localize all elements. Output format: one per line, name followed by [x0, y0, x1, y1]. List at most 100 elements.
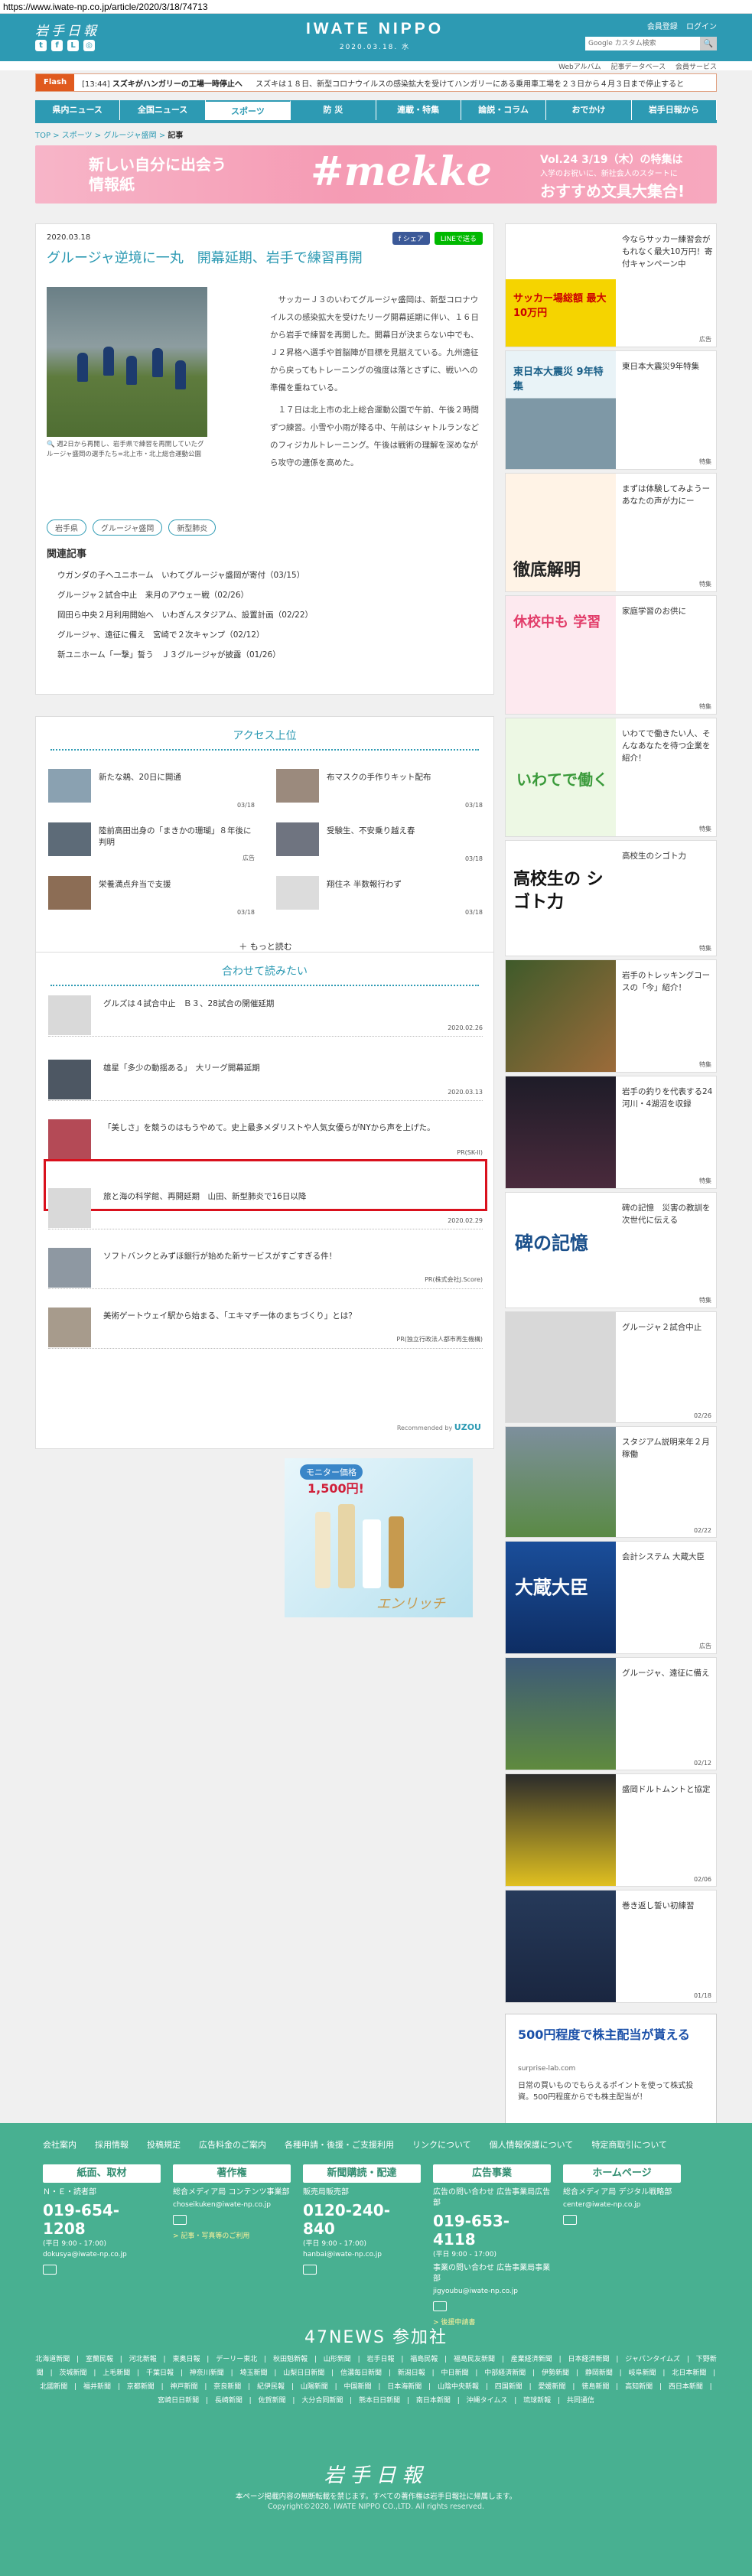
register-link[interactable]: 会員登録 [647, 23, 678, 31]
uzou-logo[interactable]: UZOU [454, 1422, 481, 1432]
flash-ticker[interactable]: Flash [13:44] スズキがハンガリーの工場一時停止へ スズキは１８日、… [35, 73, 717, 92]
contact-tel[interactable]: 0120-240-840 [303, 2201, 421, 2238]
footer-link[interactable]: 採用情報 [95, 2138, 129, 2151]
related-item[interactable]: 新ユニホーム「一撃」誓う Ｊ３グルージャが披露（01/26） [57, 645, 486, 665]
article-photo[interactable] [47, 287, 207, 437]
sidebar-item[interactable]: スタジアム説明来年２月稼働 02/22 [505, 1426, 717, 1538]
mail-icon[interactable] [433, 2301, 447, 2311]
sidebar-item[interactable]: グルージャ、遠征に備え 02/12 [505, 1657, 717, 1770]
contact-tel[interactable]: 019-654-1208 [43, 2201, 161, 2238]
sub-link-members[interactable]: 会員サービス [675, 64, 717, 71]
footer-link[interactable]: 各種申請・後援・ご支援利用 [285, 2138, 394, 2151]
contact-heading: 著作権 [173, 2164, 291, 2183]
search-input[interactable] [585, 37, 700, 50]
contact-email[interactable]: choseikuken@iwate-np.co.jp [173, 2201, 291, 2209]
ranking-date: 03/18 [236, 909, 255, 916]
recommend-item[interactable]: 美術ゲートウェイ駅から始まる、「エキマチ一体のまちづくり」とは？ PR(独立行政法… [48, 1301, 483, 1349]
contact-note[interactable]: > 記事・写真等のご利用 [173, 2230, 291, 2240]
line-share-button[interactable]: LINEで送る [434, 232, 483, 245]
facebook-share-button[interactable]: f シェア [392, 232, 430, 245]
nav-from-nippo[interactable]: 岩手日報から [631, 100, 717, 120]
sidebar-item[interactable]: 碑の記憶 碑の記憶 災害の教訓を次世代に伝える 特集 [505, 1192, 717, 1308]
logo-en[interactable]: IWATE NIPPO [298, 20, 451, 38]
sidebar-item[interactable]: 岩手の釣りを代表する24河川・4湖沼を収録 特集 [505, 1076, 717, 1189]
related-item[interactable]: 岡田ら中央２月利用開始へ いわぎんスタジアム、設置計画（02/22） [57, 605, 486, 625]
sidebar-item[interactable]: グルージャ２試合中止 02/26 [505, 1311, 717, 1423]
footer-logo[interactable]: 岩手日報 [0, 2460, 752, 2488]
breadcrumb-grulla[interactable]: グルージャ盛岡 [103, 132, 156, 140]
sidebar-item[interactable]: いわてで働く いわてで働きたい人、そんなあなたを待つ企業を紹介！ 特集 [505, 718, 717, 837]
breadcrumb-top[interactable]: TOP [35, 132, 50, 140]
n47-papers[interactable]: 北海道新聞 | 室蘭民報 | 河北新報 | 東奥日報 | デーリー東北 | 秋田… [34, 2353, 718, 2408]
mail-icon[interactable] [43, 2265, 57, 2275]
nav-sports[interactable]: スポーツ [205, 100, 291, 120]
twitter-icon[interactable]: t [35, 40, 47, 51]
sub-link-album[interactable]: Webアルバム [558, 64, 601, 71]
breadcrumb-sports[interactable]: スポーツ [62, 132, 93, 140]
footer-link[interactable]: 会社案内 [43, 2138, 77, 2151]
sidebar-item[interactable]: 休校中も 学習 家庭学習のお供に 特集 [505, 595, 717, 715]
contact-email[interactable]: dokusya@iwate-np.co.jp [43, 2251, 161, 2258]
footer-link[interactable]: 特定商取引について [591, 2138, 667, 2151]
tag-pneumonia[interactable]: 新型肺炎 [168, 519, 216, 536]
ranking-item[interactable]: 栄養満点弁当で支援 03/18 [48, 876, 255, 916]
sidebar-item[interactable]: 高校生の シゴト力 高校生のシゴト力 特集 [505, 840, 717, 956]
ranking-item[interactable]: 陸前高田出身の「まきかの珊瑚」８年後に判明 広告 [48, 822, 255, 862]
logo-jp[interactable]: 岩手日報 [35, 20, 99, 39]
sidebar-item[interactable]: 東日本大震災 9年特集 東日本大震災9年特集 特集 [505, 350, 717, 470]
more-button[interactable]: ＋ もっと読む [36, 940, 495, 953]
flash-time: [13:44] [82, 80, 110, 89]
nav-series[interactable]: 連載・特集 [376, 100, 461, 120]
ranking-item[interactable]: 布マスクの手作りキット配布 03/18 [276, 769, 483, 809]
nav-local[interactable]: 県内ニュース [35, 100, 121, 120]
mail-icon[interactable] [563, 2215, 577, 2225]
mail-icon[interactable] [303, 2265, 317, 2275]
sidebar-item[interactable]: 巻き返し誓い初練習 01/18 [505, 1890, 717, 2003]
mail-icon[interactable] [173, 2215, 187, 2225]
nav-outing[interactable]: おでかけ [546, 100, 632, 120]
sidebar-item[interactable]: 徹底解明 まずは体験してみようーあなたの声が力にー 特集 [505, 473, 717, 592]
contact-heading: 広告事業 [433, 2164, 551, 2183]
tag-grulla[interactable]: グルージャ盛岡 [93, 519, 163, 536]
related-item[interactable]: グルージャ、遠征に備え 宮崎で２次キャンプ（02/12） [57, 625, 486, 645]
footer-link[interactable]: リンクについて [412, 2138, 471, 2151]
login-link[interactable]: ログイン [686, 23, 717, 31]
recommend-item[interactable]: 「美しさ」を競うのはもうやめて。史上最多メダリストや人気女優らがNYから声を上げ… [48, 1113, 483, 1161]
ranking-date: 03/18 [464, 802, 483, 809]
recommend-item[interactable]: 雄星「多少の動揺ある」 大リーグ開幕延期 2020.03.13 [48, 1054, 483, 1101]
address-bar[interactable]: https://www.iwate-np.co.jp/article/2020/… [0, 0, 752, 14]
footer-link[interactable]: 広告料金のご案内 [199, 2138, 266, 2151]
facebook-icon[interactable]: f [51, 40, 63, 51]
sidebar-item[interactable]: サッカー場総額 最大10万円 今ならサッカー練習会がもれなく最大10万円！寄付キャ… [505, 223, 717, 347]
line-icon[interactable]: L [67, 40, 79, 51]
nav-disaster[interactable]: 防 災 [291, 100, 376, 120]
ranking-item[interactable]: 翔住ネ 半数報行わず 03/18 [276, 876, 483, 916]
footer-link[interactable]: 個人情報保護について [490, 2138, 574, 2151]
sidebar-item[interactable]: 盛岡ドルトムントと協定 02/06 [505, 1773, 717, 1887]
flash-item[interactable]: [13:44] スズキがハンガリーの工場一時停止へ スズキは１８日、新型コロナウ… [82, 77, 684, 89]
sidebar-item[interactable]: 大蔵大臣 会計システム 大蔵大臣 広告 [505, 1541, 717, 1654]
recommend-item[interactable]: 旅と海の科学館、再開延期 山田、新型肺炎で16日以降 2020.02.29 [48, 1182, 483, 1229]
ranking-item[interactable]: 新たな鵜、20日に開通 03/18 [48, 769, 255, 809]
nav-column[interactable]: 論説・コラム [461, 100, 547, 120]
cosmetic-ad[interactable]: モニター価格 1,500円! エンリッチ [285, 1458, 473, 1617]
contact-email[interactable]: center@iwate-np.co.jp [563, 2201, 681, 2209]
tag-iwate[interactable]: 岩手県 [47, 519, 86, 536]
ranking-item[interactable]: 受験生、不安乗り越え春 03/18 [276, 822, 483, 862]
recommend-item[interactable]: ソフトバンクとみずほ銀行が始めた新サービスがすごすぎる件！ PR(株式会社J.Sc… [48, 1242, 483, 1289]
instagram-icon[interactable]: ◎ [83, 40, 95, 51]
sidebar-item[interactable]: 岩手のトレッキングコースの「今」紹介！ 特集 [505, 959, 717, 1073]
sidebar-title: スタジアム説明来年２月稼働 [622, 1438, 710, 1459]
contact-email[interactable]: jigyoubu@iwate-np.co.jp [433, 2288, 551, 2295]
contact-tel[interactable]: 019-653-4118 [433, 2212, 551, 2249]
related-item[interactable]: グルージャ２試合中止 来月のアウェー戦（02/26） [57, 585, 486, 605]
contact-email[interactable]: hanbai@iwate-np.co.jp [303, 2251, 421, 2258]
search-button[interactable]: 🔍 [700, 37, 717, 50]
footer-link[interactable]: 投稿規定 [147, 2138, 181, 2151]
nav-national[interactable]: 全国ニュース [120, 100, 206, 120]
related-item[interactable]: ウガンダの子へユニホーム いわてグルージャ盛岡が寄付（03/15） [57, 565, 486, 585]
mekke-banner[interactable]: 新しい自分に出会う 情報紙 #mekke Vol.24 3/19（木）の特集は 入… [35, 145, 717, 204]
sub-link-database[interactable]: 記事データベース [611, 64, 666, 71]
recommend-date: 2020.02.29 [448, 1217, 483, 1224]
recommend-item[interactable]: グルズは４試合中止 Ｂ３、28試合の開催延期 2020.02.26 [48, 989, 483, 1037]
